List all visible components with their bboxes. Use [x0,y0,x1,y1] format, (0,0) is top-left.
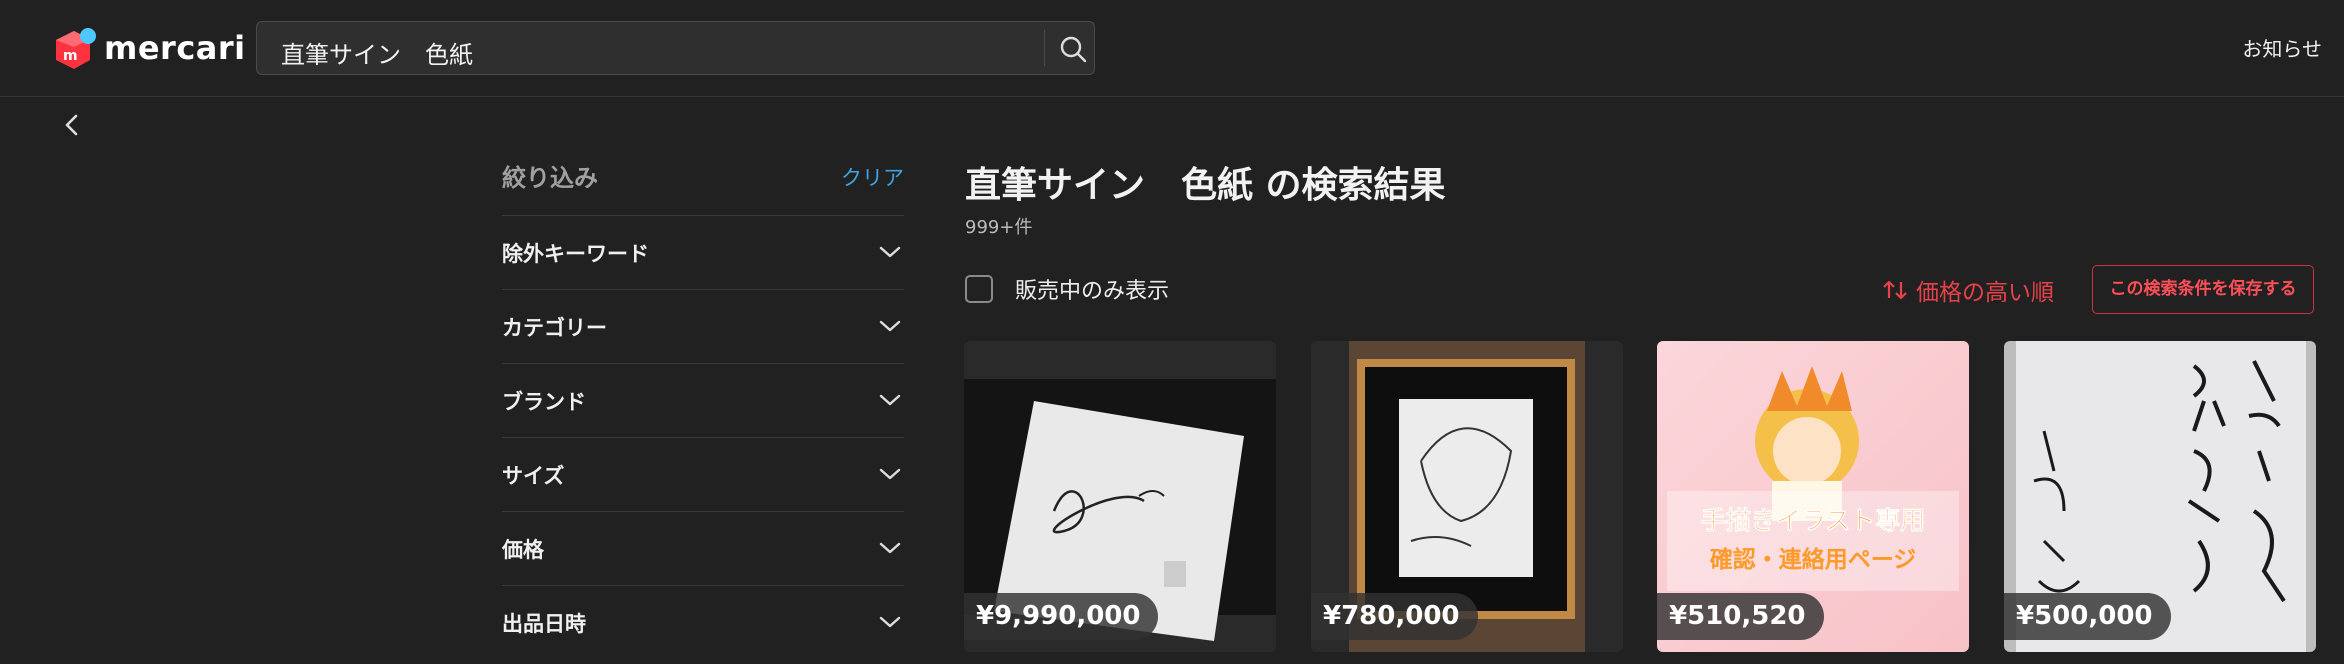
on-sale-checkbox[interactable] [965,275,993,303]
save-search-button[interactable]: この検索条件を保存する [2092,265,2314,314]
product-card[interactable]: 手描きイラスト専用 確認・連絡用ページ ¥510,520 [1657,341,1969,652]
filter-listed-date[interactable]: 出品日時 [502,585,904,659]
notifications-link[interactable]: お知らせ [2242,33,2322,62]
product-card[interactable]: ¥780,000 [1311,341,1623,652]
filter-label: 除外キーワード [502,242,649,266]
sort-arrows-icon [1883,280,1907,300]
on-sale-filter[interactable]: 販売中のみ表示 [965,273,1169,305]
filter-label: カテゴリー [502,316,607,340]
filter-list: 除外キーワード カテゴリー ブランド サイズ 価格 出品日時 [502,215,904,659]
overlay-text-line2: 確認・連絡用ページ [1710,546,1917,573]
result-count: 999+件 [965,217,1033,238]
filter-label: 価格 [502,538,544,562]
filter-label: 出品日時 [502,612,586,636]
filter-label: ブランド [502,390,586,414]
chevron-down-icon [879,468,901,480]
product-card[interactable]: ¥500,000 [2004,341,2316,652]
filter-label: サイズ [502,464,565,488]
search-bar[interactable]: 直筆サイン 色紙 [256,21,1095,75]
sort-selector[interactable]: 価格の高い順 [1882,273,2054,307]
mercari-logo-icon: m [56,28,96,69]
svg-text:m: m [63,48,78,64]
filter-size[interactable]: サイズ [502,437,904,511]
search-icon[interactable] [1058,34,1088,64]
product-price: ¥500,000 [2004,593,2171,640]
filter-exclude-keyword[interactable]: 除外キーワード [502,215,904,289]
search-results-title: 直筆サイン 色紙 の検索結果 [965,165,1446,206]
filter-brand[interactable]: ブランド [502,363,904,437]
filter-price[interactable]: 価格 [502,511,904,585]
search-divider [1044,30,1045,66]
sort-label: 価格の高い順 [1916,280,2054,306]
filter-category[interactable]: カテゴリー [502,289,904,363]
top-header: m mercari 直筆サイン 色紙 お知らせ [0,0,2344,97]
product-price: ¥780,000 [1311,593,1478,640]
search-input[interactable]: 直筆サイン 色紙 [281,35,473,70]
product-price: ¥510,520 [1657,593,1824,640]
chevron-down-icon [879,320,901,332]
back-chevron-icon[interactable] [60,110,84,140]
chevron-down-icon [879,394,901,406]
product-card[interactable]: ¥9,990,000 [964,341,1276,652]
chevron-down-icon [879,542,901,554]
on-sale-label: 販売中のみ表示 [1015,279,1170,304]
overlay-text-line1: 手描きイラスト専用 [1701,506,1926,535]
filter-clear-link[interactable]: クリア [841,162,904,192]
chevron-down-icon [879,616,901,628]
mercari-logo[interactable]: m mercari [52,24,246,72]
product-price: ¥9,990,000 [964,593,1159,640]
brand-name: mercari [104,29,246,67]
chevron-down-icon [879,246,901,258]
filter-title: 絞り込み [502,164,598,192]
